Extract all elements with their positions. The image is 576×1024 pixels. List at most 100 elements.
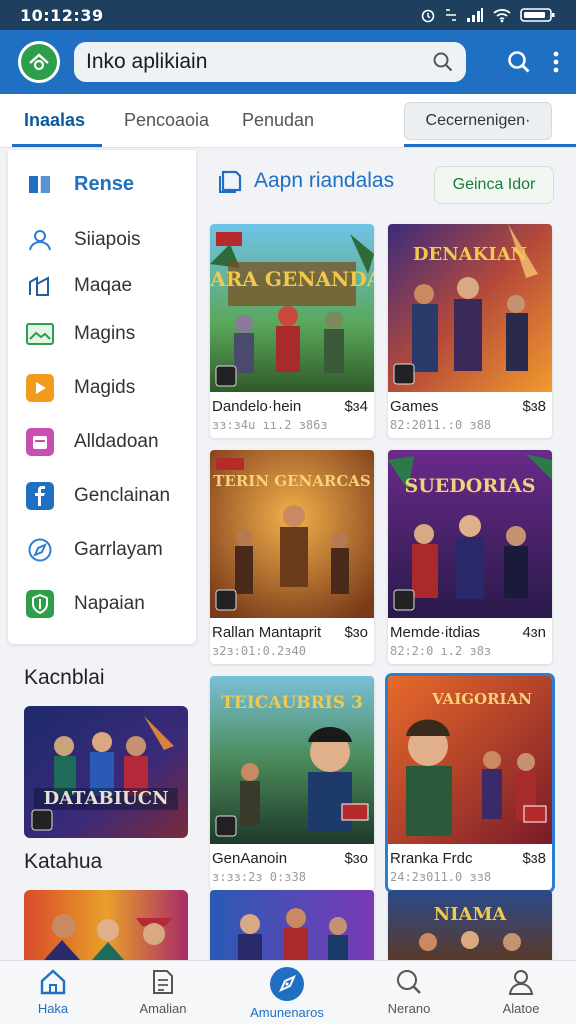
section-title: Kacnblai bbox=[24, 666, 105, 689]
card-meta: ɜ:ɜɜ:2ɜ 0:ɜ38 bbox=[212, 870, 306, 884]
logo-icon bbox=[29, 53, 49, 71]
card-meta: ɜɜ:ɜ4u ıı.2 ɜ86ɜ bbox=[212, 418, 328, 432]
card-name: Memde·itdias bbox=[390, 624, 481, 641]
app-card[interactable]: DIARA GENANDAN Dandelo·hein $ɜ4 ɜɜ:ɜ4u ı… bbox=[210, 224, 374, 438]
nav-item-haka[interactable]: Haka bbox=[0, 967, 108, 1016]
card-meta: 82:2011.:0 ɜ88 bbox=[390, 418, 492, 432]
battery-icon bbox=[520, 8, 555, 22]
card-price: 4ɜn bbox=[522, 624, 546, 641]
nav-item-nerano[interactable]: Nerano bbox=[354, 967, 464, 1016]
card-meta: 24:2ɜ011.0 ɜɜ8 bbox=[390, 870, 492, 884]
app-logo[interactable] bbox=[18, 41, 60, 83]
app-card[interactable]: TERIN GENARCAS Rallan Mantaprit $ɜo ɜ2ɜ:… bbox=[210, 450, 374, 664]
sidebar-item-siiapois[interactable]: Siiapois bbox=[26, 222, 141, 258]
card-name: Rranka Frdc bbox=[390, 850, 473, 867]
card-meta: ɜ2ɜ:01:0.2ɜ40 bbox=[212, 644, 306, 658]
card-art-title: TEICAUBRIS 3 bbox=[221, 693, 363, 713]
sidebar-item-maqae[interactable]: Maqae bbox=[26, 268, 132, 304]
nav-item-alatoe[interactable]: Alatoe bbox=[466, 967, 576, 1016]
status-bar: 10:12:39 bbox=[0, 0, 576, 30]
content-header: Aapn riandalas bbox=[218, 168, 394, 194]
search-field[interactable]: Inko aplikiain bbox=[74, 42, 466, 82]
home-icon bbox=[40, 969, 66, 995]
compass-icon bbox=[270, 967, 304, 1001]
person-icon bbox=[26, 226, 54, 254]
card-name: Games bbox=[390, 398, 439, 415]
signal-icon bbox=[467, 8, 483, 22]
sidebar-item-label: Magins bbox=[74, 323, 136, 344]
shield-icon bbox=[26, 590, 54, 618]
bottom-navigation: Haka Amalian Amunenaros Nerano Alatoe bbox=[0, 960, 576, 1024]
tab-penudan[interactable]: Penudan bbox=[242, 110, 314, 131]
nav-item-amalian[interactable]: Amalian bbox=[108, 967, 218, 1016]
status-time: 10:12:39 bbox=[20, 5, 104, 25]
card-artwork bbox=[210, 890, 374, 960]
card-price: $ɜ8 bbox=[522, 850, 546, 867]
sidebar-item-label: Siiapois bbox=[74, 229, 141, 250]
app-card[interactable] bbox=[210, 890, 374, 960]
app-card[interactable]: DENAKIAN Games $ɜ8 82:2011.:0 ɜ88 bbox=[388, 224, 552, 438]
nav-label: Haka bbox=[37, 1001, 69, 1016]
wifi-icon bbox=[493, 9, 511, 23]
card-art-title: DENAKIAN bbox=[413, 244, 527, 265]
sidebar-item-rense[interactable]: Rense bbox=[26, 166, 134, 202]
card-price: $ɜ8 bbox=[522, 398, 546, 415]
search-icon[interactable] bbox=[432, 51, 454, 73]
app-card[interactable]: NIAMA bbox=[388, 890, 552, 960]
nav-label: Amalian bbox=[139, 1001, 187, 1016]
sidebar-item-label: Garrlayam bbox=[74, 539, 163, 560]
card-price: $ɜo bbox=[344, 624, 368, 641]
sidebar-item-label: Maqae bbox=[74, 275, 133, 296]
filter-chip[interactable]: Geinca Idor bbox=[434, 166, 554, 204]
app-card[interactable]: SUEDORIAS Memde·itdias 4ɜn 82:2:0 ı.2 ɜ8… bbox=[388, 450, 552, 664]
search-button-icon[interactable] bbox=[506, 49, 532, 75]
tab-options-button[interactable]: Cecernenigen· bbox=[404, 102, 552, 140]
sidebar-item-napaian[interactable]: Napaian bbox=[26, 586, 145, 622]
card-price: $ɜo bbox=[344, 850, 368, 867]
search-icon bbox=[397, 970, 421, 994]
card-art-title: NIAMA bbox=[434, 904, 508, 925]
calendar-icon bbox=[26, 428, 54, 456]
sidebar-item-label: Napaian bbox=[74, 593, 145, 614]
sidebar-item-label: Genclainan bbox=[74, 485, 171, 506]
nav-label: Alatoe bbox=[502, 1001, 540, 1016]
sidebar-item-label: Alldadoan bbox=[74, 431, 159, 452]
collection-icon bbox=[219, 170, 242, 193]
card-artwork: SUEDORIAS bbox=[388, 450, 552, 618]
featured-banner[interactable]: DATABIUCN bbox=[24, 706, 188, 838]
card-name: GenAanoin bbox=[212, 850, 288, 867]
facebook-icon bbox=[26, 482, 54, 510]
card-name: Dandelo·hein bbox=[212, 398, 302, 415]
nav-item-amunenaros[interactable]: Amunenaros bbox=[232, 967, 342, 1020]
sidebar-item-label: Rense bbox=[74, 172, 135, 195]
app-card[interactable]: TEICAUBRIS 3 GenAanoin $ɜo ɜ:ɜɜ:2ɜ 0:ɜ38 bbox=[210, 676, 374, 890]
compass-icon bbox=[26, 536, 54, 564]
app-bar: Inko aplikiain bbox=[0, 30, 576, 94]
card-artwork: TEICAUBRIS 3 bbox=[210, 676, 374, 844]
card-art-title: VAIGORIAN bbox=[431, 690, 532, 708]
sidebar-item-genclainan[interactable]: Genclainan bbox=[26, 478, 170, 514]
search-input[interactable]: Inko aplikiain bbox=[86, 50, 432, 74]
card-artwork: VAIGORIAN bbox=[388, 676, 552, 844]
sidebar-item-garrlayam[interactable]: Garrlayam bbox=[26, 532, 163, 568]
sidebar-item-magids[interactable]: Magids bbox=[26, 370, 135, 406]
banner-title: DATABIUCN bbox=[43, 788, 168, 809]
tab-pencoaoia[interactable]: Pencoaoia bbox=[124, 110, 209, 131]
tab-inaalas[interactable]: Inaalas bbox=[24, 110, 85, 131]
tab-options-indicator bbox=[404, 144, 576, 147]
user-icon bbox=[508, 970, 534, 995]
card-artwork: DENAKIAN bbox=[388, 224, 552, 392]
sidebar: Rense Siiapois Maqae Magins Magids Allda… bbox=[8, 150, 196, 644]
secondary-banner[interactable] bbox=[24, 890, 188, 960]
card-artwork: DIARA GENANDAN bbox=[210, 224, 374, 392]
sidebar-item-alldadoan[interactable]: Alldadoan bbox=[26, 424, 159, 460]
nav-label: Amunenaros bbox=[250, 1005, 324, 1020]
section-title: Katahua bbox=[24, 850, 103, 873]
app-card[interactable]: VAIGORIAN Rranka Frdc $ɜ8 24:2ɜ011.0 ɜɜ8 bbox=[385, 673, 555, 893]
card-price: $ɜ4 bbox=[344, 398, 368, 415]
document-icon bbox=[153, 970, 173, 994]
more-options-icon[interactable] bbox=[552, 49, 560, 75]
play-icon bbox=[26, 374, 54, 402]
sidebar-item-magins[interactable]: Magins bbox=[26, 316, 135, 352]
card-art-title: SUEDORIAS bbox=[405, 475, 536, 497]
